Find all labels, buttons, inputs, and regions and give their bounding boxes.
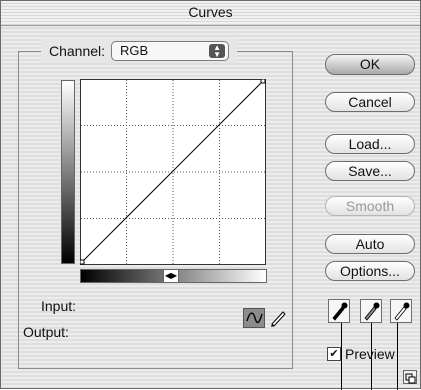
updown-arrows-icon: ▲ ▼ xyxy=(209,44,226,59)
channel-row: Channel: RGB ▲ ▼ xyxy=(41,39,238,63)
channel-selected-value: RGB xyxy=(120,43,149,58)
auto-button[interactable]: Auto xyxy=(325,234,415,254)
options-button[interactable]: Options... xyxy=(325,261,415,281)
resize-grip-icon[interactable] xyxy=(403,370,417,384)
load-button[interactable]: Load... xyxy=(325,134,415,154)
callout-line xyxy=(397,323,398,390)
channel-label: Channel: xyxy=(49,43,106,59)
curve-graph[interactable] xyxy=(80,79,266,265)
output-gradient-bar xyxy=(61,80,75,264)
curve-endpoint-black xyxy=(80,259,85,265)
curve-tool-icon[interactable] xyxy=(243,308,265,328)
curves-dialog: Curves Channel: RGB ▲ ▼ ◀▶ Input: Output: xyxy=(0,0,421,390)
curve-endpoint-white xyxy=(260,79,266,84)
preview-checkbox[interactable]: ✔ xyxy=(327,347,341,361)
black-point-eyedropper-icon[interactable] xyxy=(328,299,350,323)
preview-checkbox-row[interactable]: ✔ Preview xyxy=(327,346,395,362)
window-title: Curves xyxy=(188,4,233,20)
input-label: Input: xyxy=(41,298,77,314)
channel-select[interactable]: RGB ▲ ▼ xyxy=(111,41,230,61)
smooth-button: Smooth xyxy=(325,196,415,216)
save-button[interactable]: Save... xyxy=(325,161,415,181)
pencil-tool-icon[interactable] xyxy=(267,308,289,328)
callout-line xyxy=(341,323,342,390)
left-right-arrows-icon[interactable]: ◀▶ xyxy=(163,269,179,283)
preview-label: Preview xyxy=(345,346,395,362)
gray-point-eyedropper-icon[interactable] xyxy=(360,299,382,323)
white-point-eyedropper-icon[interactable] xyxy=(390,299,412,323)
output-label: Output: xyxy=(23,324,69,340)
ok-button[interactable]: OK xyxy=(325,54,415,75)
callout-line xyxy=(371,323,372,390)
cancel-button[interactable]: Cancel xyxy=(325,92,415,112)
title-bar[interactable]: Curves xyxy=(1,1,420,26)
